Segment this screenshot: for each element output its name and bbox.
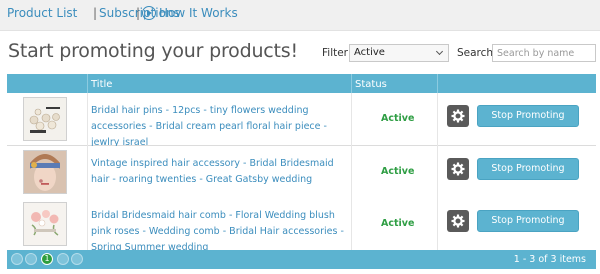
next-page-button[interactable] [57,253,69,265]
column-divider [87,74,88,93]
status-badge: Active [381,113,415,124]
status-badge: Active [381,218,415,229]
filter-dropdown[interactable]: Active [349,44,449,62]
last-page-button[interactable] [71,253,83,265]
table-row: Bridal hair pins - 12pcs - tiny flowers … [7,93,596,148]
settings-button[interactable] [447,210,469,232]
page-1-button[interactable]: 1 [41,253,53,265]
search-input[interactable] [492,44,596,62]
table-row: Bridal Bridesmaid hair comb - Floral Wed… [7,198,596,253]
search-label: Search: [457,47,497,59]
column-divider [437,93,438,250]
table-footer: 1 1 - 3 of 3 items [7,250,596,269]
nav-separator: | [136,6,141,20]
play-circle-icon[interactable] [142,6,156,20]
product-thumbnail[interactable] [23,202,67,246]
nav-product-list-link[interactable]: Product List [7,6,77,20]
stop-promoting-button[interactable]: Stop Promoting [477,210,579,232]
filter-selected-value: Active [354,47,385,58]
nav-separator: | [93,6,98,20]
column-divider [87,93,88,250]
stop-promoting-button[interactable]: Stop Promoting [477,105,579,127]
product-title-link[interactable]: Vintage inspired hair accessory - Bridal… [91,156,353,188]
first-page-button[interactable] [11,253,23,265]
settings-button[interactable] [447,105,469,127]
prev-page-button[interactable] [25,253,37,265]
product-thumbnail[interactable] [23,97,67,141]
product-thumbnail[interactable] [23,150,67,194]
gear-icon [451,109,465,123]
settings-button[interactable] [447,158,469,180]
chevron-down-icon [435,47,444,56]
nav-how-it-works-link[interactable]: How It Works [159,6,238,20]
column-header-title[interactable]: Title [91,79,112,90]
column-divider [351,74,352,93]
top-nav: Product List | Subscriptions | How It Wo… [0,0,600,31]
gear-icon [451,162,465,176]
column-divider [351,93,352,250]
column-divider [437,74,438,93]
stop-promoting-button[interactable]: Stop Promoting [477,158,579,180]
gear-icon [451,214,465,228]
product-title-link[interactable]: Bridal hair pins - 12pcs - tiny flowers … [91,103,353,151]
pagination-range: 1 - 3 of 3 items [513,254,586,265]
filter-label: Filter: [322,47,352,59]
column-header-status[interactable]: Status [355,79,387,90]
table-header: Title Status [7,74,596,93]
table-row: Vintage inspired hair accessory - Bridal… [7,146,596,199]
page-title: Start promoting your products! [8,40,298,62]
status-badge: Active [381,166,415,177]
product-title-link[interactable]: Bridal Bridesmaid hair comb - Floral Wed… [91,208,353,256]
